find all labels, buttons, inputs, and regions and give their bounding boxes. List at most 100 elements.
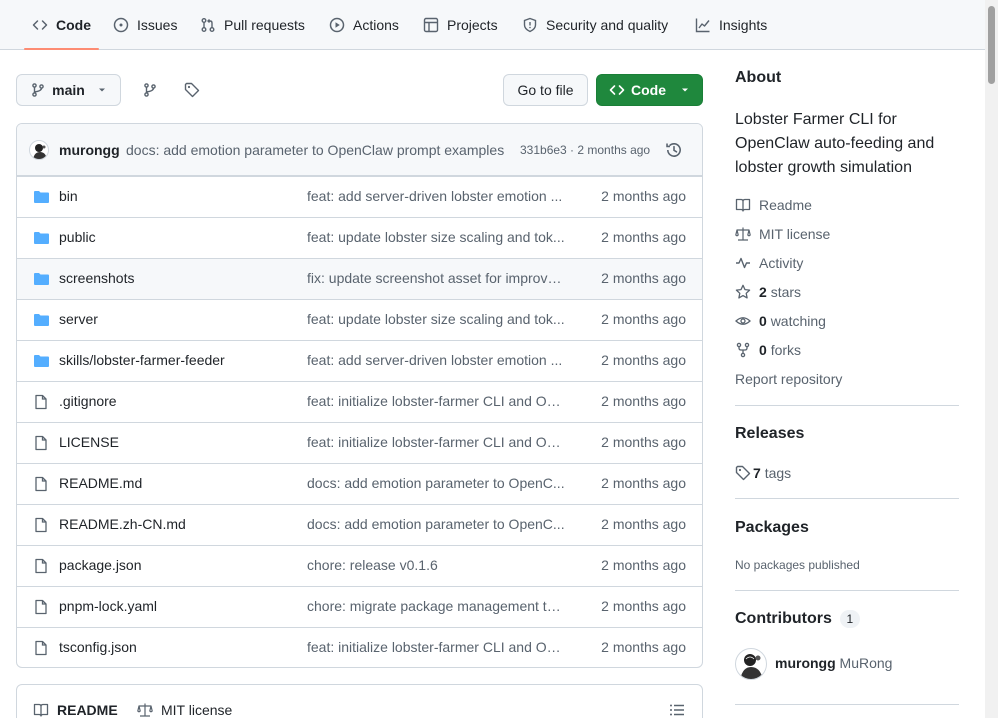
law-icon <box>137 702 153 718</box>
folder-icon <box>33 271 50 287</box>
tab-projects[interactable]: Projects <box>423 0 498 50</box>
history-icon[interactable] <box>665 141 683 159</box>
tab-label: Actions <box>353 17 399 33</box>
file-name[interactable]: package.json <box>59 557 142 573</box>
stars-link[interactable]: 2 stars <box>735 282 801 302</box>
outline-list-icon[interactable] <box>669 702 685 718</box>
law-icon <box>735 226 751 242</box>
file-name[interactable]: pnpm-lock.yaml <box>59 598 157 614</box>
file-icon <box>33 558 50 574</box>
file-commit-message[interactable]: docs: add emotion parameter to OpenC... <box>307 516 565 532</box>
file-commit-message[interactable]: feat: initialize lobster-farmer CLI and … <box>307 639 565 655</box>
file-icon <box>33 517 50 533</box>
file-commit-message[interactable]: feat: initialize lobster-farmer CLI and … <box>307 393 565 409</box>
play-icon <box>329 17 345 33</box>
forks-link[interactable]: 0 forks <box>735 340 801 360</box>
contributor-avatar[interactable] <box>735 648 767 680</box>
file-date: 2 months ago <box>601 229 686 245</box>
activity-link-label: Activity <box>759 255 804 271</box>
branch-select-button[interactable]: main <box>16 74 121 106</box>
table-row[interactable]: package.json chore: release v0.1.6 2 mon… <box>17 545 702 586</box>
code-dropdown-button[interactable]: Code <box>596 74 703 106</box>
file-commit-message[interactable]: feat: add server-driven lobster emotion … <box>307 352 565 368</box>
contributor-entry[interactable]: murongg MuRong <box>775 655 892 671</box>
folder-icon <box>33 189 50 205</box>
table-row[interactable]: skills/lobster-farmer-feeder feat: add s… <box>17 340 702 381</box>
commit-message[interactable]: docs: add emotion parameter to OpenClaw … <box>126 142 504 158</box>
table-row[interactable]: README.md docs: add emotion parameter to… <box>17 463 702 504</box>
tab-actions[interactable]: Actions <box>329 0 399 50</box>
file-commit-message[interactable]: feat: update lobster size scaling and to… <box>307 311 565 327</box>
commit-author[interactable]: murongg <box>59 142 120 158</box>
table-row[interactable]: .gitignore feat: initialize lobster-farm… <box>17 381 702 422</box>
issue-icon <box>113 17 129 33</box>
readme-panel: README MIT license <box>16 684 703 718</box>
tab-readme[interactable]: README <box>33 702 118 718</box>
table-row[interactable]: bin feat: add server-driven lobster emot… <box>17 176 702 217</box>
file-name[interactable]: README.zh-CN.md <box>59 516 186 532</box>
file-name[interactable]: .gitignore <box>59 393 117 409</box>
license-link[interactable]: MIT license <box>735 224 830 244</box>
packages-heading[interactable]: Packages <box>735 519 809 537</box>
report-repository-link[interactable]: Report repository <box>735 369 842 389</box>
tags-button[interactable] <box>176 74 208 106</box>
forks-label: forks <box>770 342 802 358</box>
fork-icon <box>735 342 751 358</box>
file-name[interactable]: README.md <box>59 475 142 491</box>
file-commit-message[interactable]: chore: migrate package management to... <box>307 598 565 614</box>
contributors-heading[interactable]: Contributors 1 <box>735 610 860 628</box>
packages-empty-text: No packages published <box>735 558 860 572</box>
tags-link[interactable]: 7 tags <box>735 463 791 483</box>
branches-button[interactable] <box>134 74 166 106</box>
table-row[interactable]: server feat: update lobster size scaling… <box>17 299 702 340</box>
table-row[interactable]: tsconfig.json feat: initialize lobster-f… <box>17 627 702 667</box>
divider <box>735 590 959 591</box>
file-name[interactable]: screenshots <box>59 270 134 286</box>
table-row[interactable]: README.zh-CN.md docs: add emotion parame… <box>17 504 702 545</box>
tab-code[interactable]: Code <box>24 0 99 50</box>
activity-link[interactable]: Activity <box>735 253 803 273</box>
file-name[interactable]: server <box>59 311 98 327</box>
eye-icon <box>735 313 751 329</box>
file-commit-message[interactable]: feat: add server-driven lobster emotion … <box>307 188 565 204</box>
divider <box>735 405 959 406</box>
tab-readme-label: README <box>57 702 118 718</box>
file-commit-message[interactable]: chore: release v0.1.6 <box>307 557 565 573</box>
avatar[interactable] <box>29 140 49 160</box>
latest-commit-bar: murongg docs: add emotion parameter to O… <box>17 124 702 176</box>
caret-down-icon <box>680 85 690 95</box>
table-row[interactable]: screenshots fix: update screenshot asset… <box>17 258 702 299</box>
file-commit-message[interactable]: fix: update screenshot asset for improve… <box>307 270 565 286</box>
tab-security[interactable]: Security and quality <box>522 0 668 50</box>
readme-link[interactable]: Readme <box>735 195 812 215</box>
go-to-file-button[interactable]: Go to file <box>503 74 588 106</box>
tab-pull-requests[interactable]: Pull requests <box>200 0 305 50</box>
commit-hash-time[interactable]: 331b6e3 · 2 months ago <box>520 143 650 157</box>
tab-insights[interactable]: Insights <box>695 0 767 50</box>
watching-link[interactable]: 0 watching <box>735 311 826 331</box>
table-row[interactable]: public feat: update lobster size scaling… <box>17 217 702 258</box>
tab-label: Pull requests <box>224 17 305 33</box>
table-icon <box>423 17 439 33</box>
page-scrollbar[interactable] <box>985 0 998 718</box>
license-link-label: MIT license <box>759 226 831 242</box>
tab-label: Security and quality <box>546 17 669 33</box>
file-name[interactable]: bin <box>59 188 78 204</box>
tab-issues[interactable]: Issues <box>113 0 177 50</box>
folder-icon <box>33 353 50 369</box>
scrollbar-thumb[interactable] <box>988 6 995 84</box>
file-name[interactable]: public <box>59 229 96 245</box>
tab-license[interactable]: MIT license <box>137 702 232 718</box>
file-date: 2 months ago <box>601 557 686 573</box>
table-row[interactable]: LICENSE feat: initialize lobster-farmer … <box>17 422 702 463</box>
watching-label: watching <box>770 313 826 329</box>
file-date: 2 months ago <box>601 516 686 532</box>
file-commit-message[interactable]: docs: add emotion parameter to OpenC... <box>307 475 565 491</box>
file-name[interactable]: LICENSE <box>59 434 119 450</box>
file-commit-message[interactable]: feat: initialize lobster-farmer CLI and … <box>307 434 565 450</box>
table-row[interactable]: pnpm-lock.yaml chore: migrate package ma… <box>17 586 702 627</box>
file-name[interactable]: tsconfig.json <box>59 639 137 655</box>
releases-heading[interactable]: Releases <box>735 425 804 443</box>
file-name[interactable]: skills/lobster-farmer-feeder <box>59 352 225 368</box>
file-commit-message[interactable]: feat: update lobster size scaling and to… <box>307 229 565 245</box>
